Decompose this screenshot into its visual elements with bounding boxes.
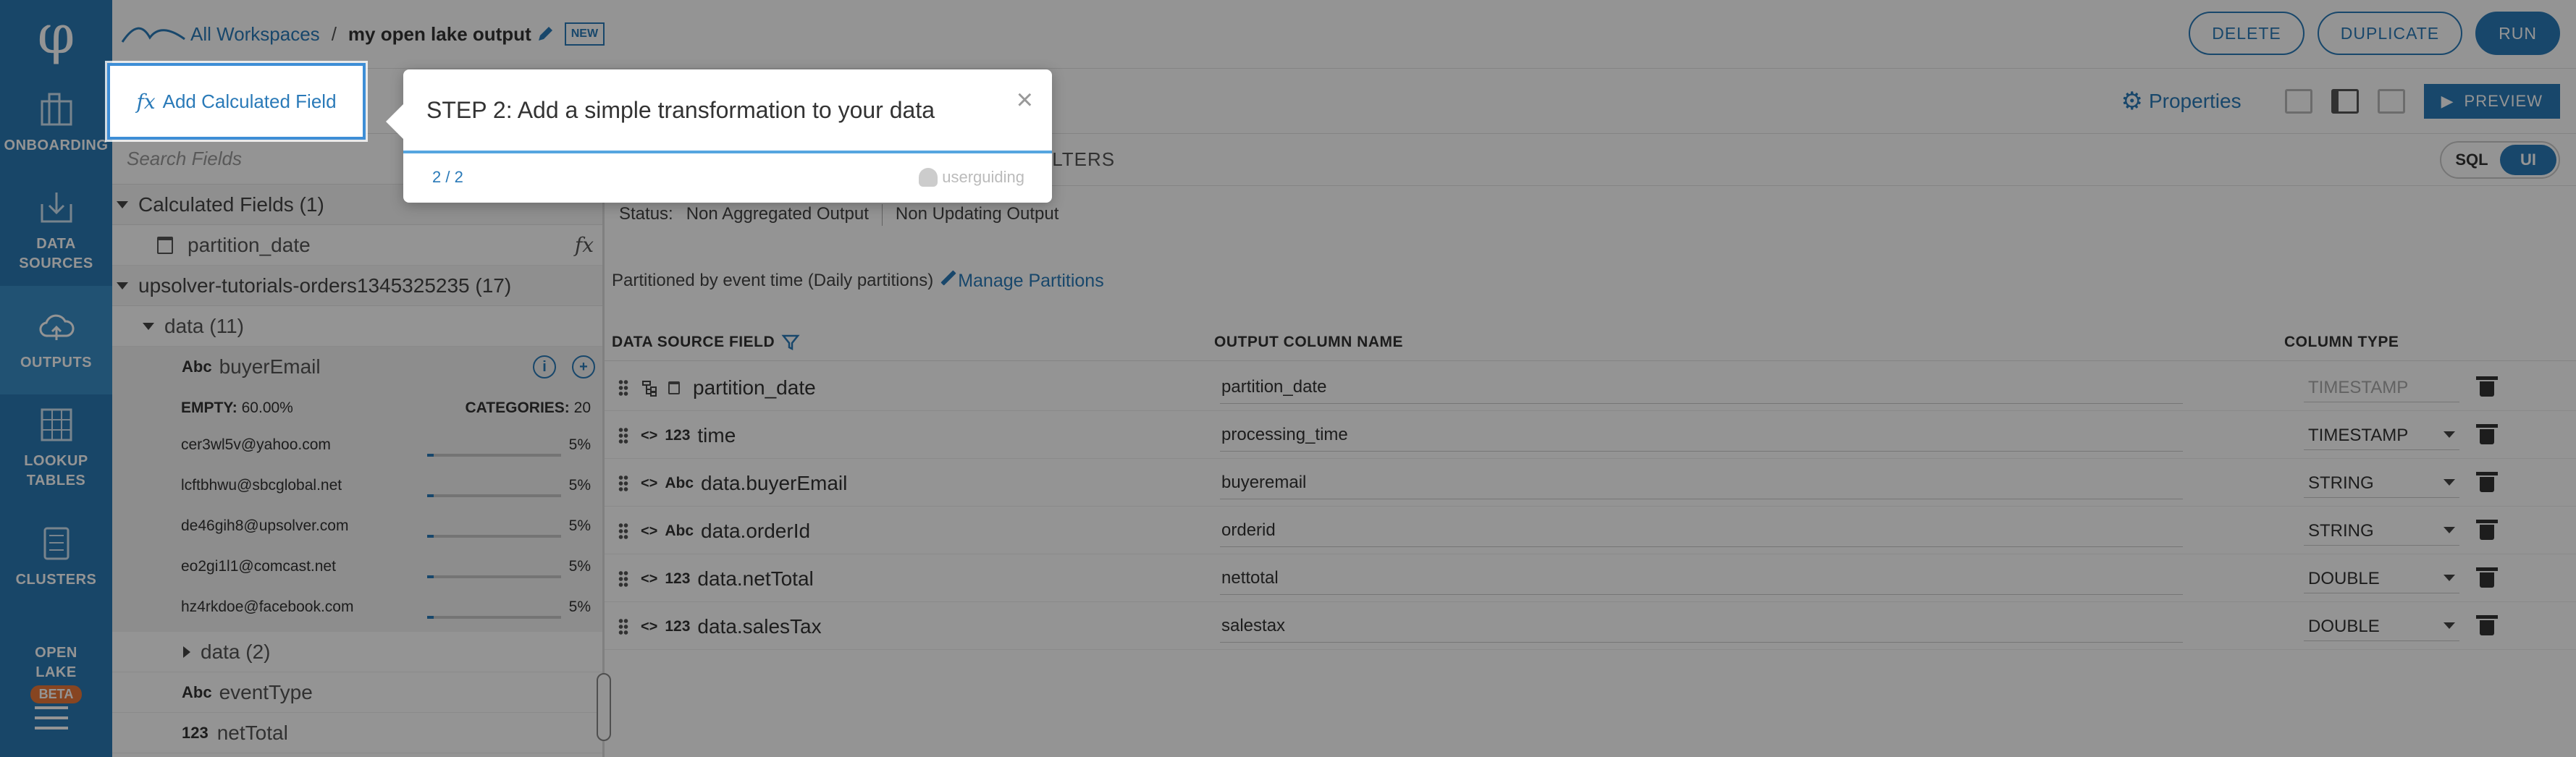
- add-calculated-field-label: Add Calculated Field: [162, 90, 337, 112]
- brand-label: userguiding: [942, 168, 1024, 186]
- userguiding-brand[interactable]: userguiding: [919, 168, 1024, 187]
- tour-step-title: STEP 2: Add a simple transformation to y…: [426, 97, 935, 123]
- tour-highlight: fx Add Calculated Field: [107, 63, 366, 140]
- tour-popup: STEP 2: Add a simple transformation to y…: [386, 69, 1052, 203]
- tour-step-counter: 2 / 2: [432, 168, 463, 186]
- highlighted-add-calculated-field-button[interactable]: fx Add Calculated Field: [110, 66, 363, 137]
- fx-icon: fx: [136, 89, 156, 114]
- userguiding-logo-icon: [919, 168, 938, 187]
- tour-divider: [403, 151, 1052, 153]
- close-icon[interactable]: ×: [1016, 84, 1033, 117]
